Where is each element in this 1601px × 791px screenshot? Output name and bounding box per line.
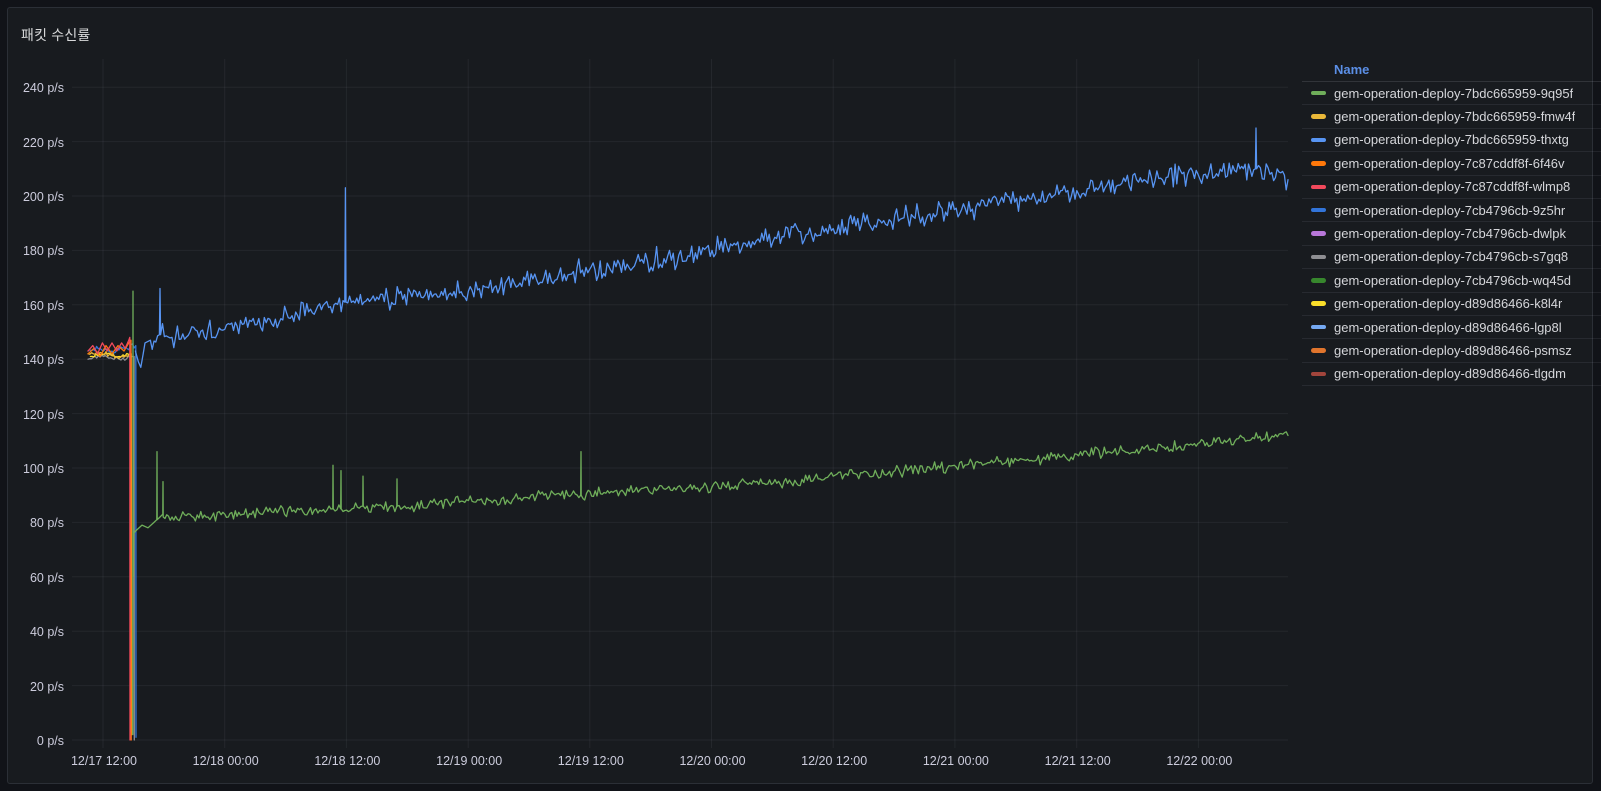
series-color-marker: [1311, 231, 1326, 236]
y-tick-label: 240 p/s: [1, 80, 64, 96]
legend-item[interactable]: gem-operation-deploy-7bdc665959-thxtg: [1302, 129, 1601, 152]
x-tick-label: 12/18 12:00: [297, 753, 397, 769]
legend-item[interactable]: gem-operation-deploy-d89d86466-k8l4r: [1302, 293, 1601, 316]
legend-item[interactable]: gem-operation-deploy-7c87cddf8f-6f46v: [1302, 152, 1601, 175]
y-tick-label: 140 p/s: [1, 352, 64, 368]
legend-item[interactable]: gem-operation-deploy-7bdc665959-fmw4f: [1302, 105, 1601, 128]
legend-item[interactable]: gem-operation-deploy-7c87cddf8f-wlmp8: [1302, 176, 1601, 199]
y-tick-label: 180 p/s: [1, 243, 64, 259]
y-tick-label: 160 p/s: [1, 298, 64, 314]
y-tick-label: 100 p/s: [1, 461, 64, 477]
x-tick-label: 12/21 00:00: [906, 753, 1006, 769]
legend-item-label: gem-operation-deploy-7bdc665959-fmw4f: [1334, 109, 1575, 124]
y-tick-label: 80 p/s: [1, 515, 64, 531]
x-tick-label: 12/19 00:00: [419, 753, 519, 769]
legend-item[interactable]: gem-operation-deploy-d89d86466-tlgdm: [1302, 363, 1601, 386]
y-tick-label: 60 p/s: [1, 570, 64, 586]
series-color-marker: [1311, 161, 1326, 166]
legend-item-label: gem-operation-deploy-d89d86466-k8l4r: [1334, 296, 1562, 311]
x-tick-label: 12/18 00:00: [176, 753, 276, 769]
grafana-panel: 패킷 수신률 0 p/s20 p/s40 p/s60 p/s80 p/s100 …: [7, 7, 1593, 784]
legend-item[interactable]: gem-operation-deploy-d89d86466-lgp8l: [1302, 316, 1601, 339]
legend-item[interactable]: gem-operation-deploy-7cb4796cb-wq45d: [1302, 269, 1601, 292]
x-tick-label: 12/19 12:00: [541, 753, 641, 769]
panel-title[interactable]: 패킷 수신률: [21, 25, 91, 45]
series-color-marker: [1311, 185, 1326, 190]
series-color-marker: [1311, 301, 1326, 306]
series-color-marker: [1311, 138, 1326, 143]
series-color-marker: [1311, 372, 1326, 377]
y-tick-label: 220 p/s: [1, 135, 64, 151]
series-color-marker: [1311, 114, 1326, 119]
series-color-marker: [1311, 91, 1326, 96]
legend-item-label: gem-operation-deploy-d89d86466-psmsz: [1334, 343, 1572, 358]
y-tick-label: 200 p/s: [1, 189, 64, 205]
legend-item-label: gem-operation-deploy-7c87cddf8f-wlmp8: [1334, 179, 1570, 194]
legend-item[interactable]: gem-operation-deploy-7bdc665959-9q95f: [1302, 82, 1601, 105]
series-color-marker: [1311, 278, 1326, 283]
y-tick-label: 40 p/s: [1, 624, 64, 640]
legend-header-name[interactable]: Name: [1302, 58, 1601, 82]
legend-item[interactable]: gem-operation-deploy-7cb4796cb-s7gq8: [1302, 246, 1601, 269]
legend-item-label: gem-operation-deploy-d89d86466-lgp8l: [1334, 320, 1562, 335]
legend-item-label: gem-operation-deploy-7cb4796cb-wq45d: [1334, 273, 1571, 288]
y-tick-label: 120 p/s: [1, 407, 64, 423]
legend-item-label: gem-operation-deploy-7cb4796cb-s7gq8: [1334, 249, 1568, 264]
series-color-marker: [1311, 208, 1326, 213]
x-tick-label: 12/20 00:00: [663, 753, 763, 769]
y-tick-label: 0 p/s: [1, 733, 64, 749]
x-tick-label: 12/22 00:00: [1149, 753, 1249, 769]
series-color-marker: [1311, 348, 1326, 353]
legend-item-label: gem-operation-deploy-7bdc665959-9q95f: [1334, 86, 1573, 101]
series-color-marker: [1311, 325, 1326, 330]
legend-item-label: gem-operation-deploy-d89d86466-tlgdm: [1334, 366, 1566, 381]
legend-item-label: gem-operation-deploy-7cb4796cb-dwlpk: [1334, 226, 1566, 241]
y-tick-label: 20 p/s: [1, 679, 64, 695]
x-tick-label: 12/20 12:00: [784, 753, 884, 769]
legend-item-label: gem-operation-deploy-7c87cddf8f-6f46v: [1334, 156, 1565, 171]
legend-item-label: gem-operation-deploy-7cb4796cb-9z5hr: [1334, 203, 1565, 218]
legend-item[interactable]: gem-operation-deploy-d89d86466-psmsz: [1302, 339, 1601, 362]
x-tick-label: 12/17 12:00: [54, 753, 154, 769]
legend-item[interactable]: gem-operation-deploy-7cb4796cb-9z5hr: [1302, 199, 1601, 222]
legend-item-label: gem-operation-deploy-7bdc665959-thxtg: [1334, 132, 1569, 147]
x-tick-label: 12/21 12:00: [1028, 753, 1128, 769]
legend: Name gem-operation-deploy-7bdc665959-9q9…: [1302, 58, 1601, 386]
legend-items: gem-operation-deploy-7bdc665959-9q95f gem…: [1302, 82, 1601, 386]
legend-item[interactable]: gem-operation-deploy-7cb4796cb-dwlpk: [1302, 222, 1601, 245]
series-color-marker: [1311, 255, 1326, 260]
